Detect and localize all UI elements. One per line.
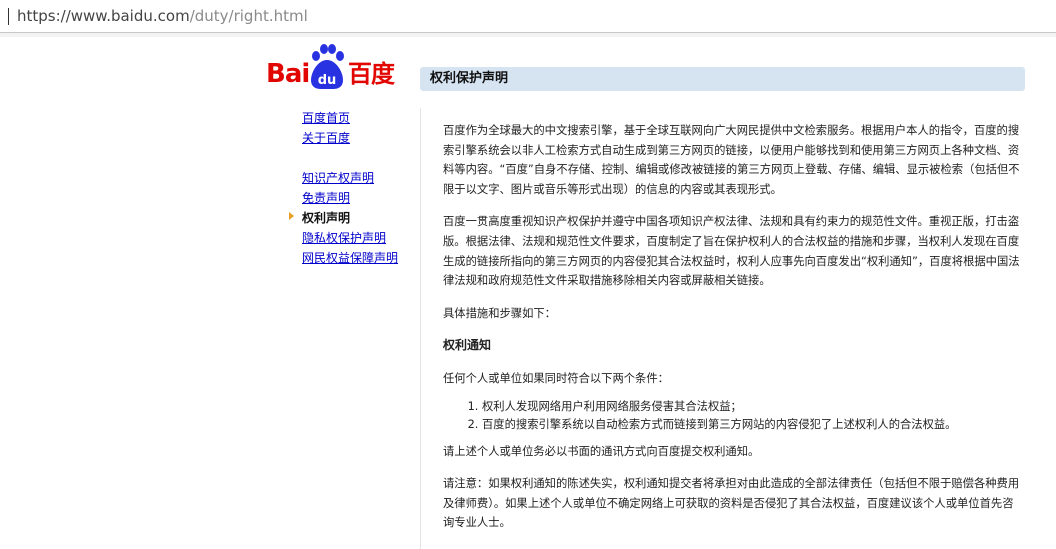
paw-icon: du [311,44,344,89]
baidu-logo[interactable]: Bai du 百度 [266,44,401,92]
paragraph-ip-policy: 百度一贯高度重视知识产权保护并遵守中国各项知识产权法律、法规和具有约束力的规范性… [443,215,1020,288]
section-heading-rights-notice: 权利通知 [443,338,492,353]
text-cursor [8,8,9,25]
list-item: 权利人发现网络用户利用网络服务侵害其合法权益； [482,398,1023,416]
url-text[interactable]: https://www.baidu.com/duty/right.html [17,8,308,25]
sidebar-item-baidu-home[interactable]: 百度首页 [302,110,350,126]
page-title: 权利保护声明 [430,71,509,86]
title-bar: 权利保护声明 [420,67,1025,91]
sidebar-item-disclaimer[interactable]: 免责声明 [302,190,350,206]
address-bar[interactable]: https://www.baidu.com/duty/right.html [0,0,1056,33]
toolbar-separator [0,33,1056,37]
sidebar-item-privacy-statement[interactable]: 隐私权保护声明 [302,230,386,246]
conditions-list: 权利人发现网络用户利用网络服务侵害其合法权益； 百度的搜索引擎系统以自动检索方式… [443,398,1023,434]
paragraph-submit-notice: 请上述个人或单位务必以书面的通讯方式向百度提交权利通知。 [443,444,760,458]
sidebar-item-rights-statement: 权利声明 [302,211,351,225]
paragraph-intro: 百度作为全球最大的中文搜索引擎，基于全球互联网向广大网民提供中文检索服务。根据用… [443,124,1020,196]
content-divider [420,108,421,549]
paragraph-conditions: 任何个人或单位如果同时符合以下两个条件： [443,371,669,385]
logo-text-bai: Bai [266,59,310,89]
url-prefix: https://www.baidu.com [17,7,190,25]
sidebar-item-netizen-rights[interactable]: 网民权益保障声明 [302,250,398,266]
main-content: 百度作为全球最大的中文搜索引擎，基于全球互联网向广大网民提供中文检索服务。根据用… [443,121,1023,546]
sidebar-item-about-baidu[interactable]: 关于百度 [302,130,350,146]
paragraph-warning: 请注意：如果权利通知的陈述失实，权利通知提交者将承担对由此造成的全部法律责任（包… [443,477,1020,530]
logo-text-du: du [318,73,337,88]
url-path: /duty/right.html [189,7,308,25]
logo-text-cn: 百度 [348,60,395,88]
current-item-arrow-icon [289,212,294,220]
sidebar-item-ip-statement[interactable]: 知识产权声明 [302,170,374,186]
paragraph-steps-intro: 具体措施和步骤如下： [443,306,556,320]
list-item: 百度的搜索引擎系统以自动检索方式而链接到第三方网站的内容侵犯了上述权利人的合法权… [482,416,1023,434]
